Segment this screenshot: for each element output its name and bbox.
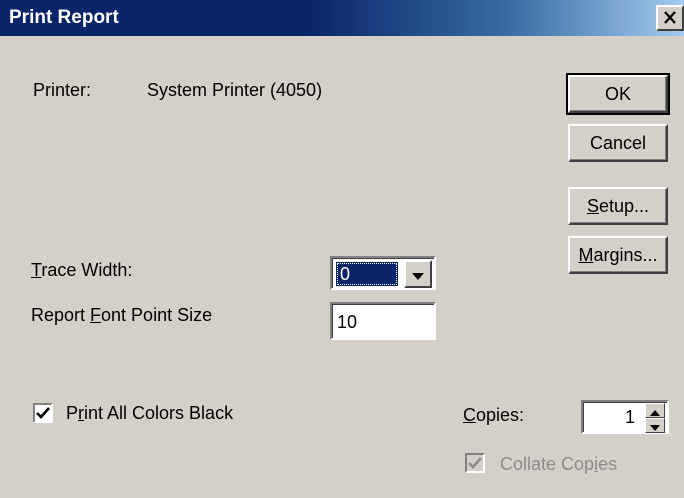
collate-checkbox [465, 453, 485, 473]
close-button[interactable] [656, 5, 684, 31]
checkmark-icon [468, 453, 482, 474]
copies-value: 1 [624, 407, 635, 427]
cancel-button-label: Cancel [589, 132, 647, 153]
margins-button[interactable]: Margins... [568, 236, 668, 274]
print-black-label[interactable]: Print All Colors Black [66, 401, 233, 425]
collate-label: Collate Copies [500, 454, 618, 474]
ok-button[interactable]: OK [566, 73, 670, 115]
font-size-value: 10 [337, 312, 358, 332]
printer-name: System Printer (4050) [147, 80, 323, 100]
triangle-down-icon [412, 264, 424, 285]
copies-label: Copies: [463, 405, 525, 425]
ok-button-label: OK [604, 83, 631, 104]
trace-width-label: Trace Width: [31, 260, 133, 280]
trace-width-dropdown-button[interactable] [404, 260, 432, 288]
font-size-input[interactable]: 10 [330, 302, 436, 340]
triangle-down-icon [650, 415, 660, 436]
margins-button-label: Margins... [578, 244, 658, 265]
copies-spinner[interactable]: 1 [581, 400, 669, 434]
close-icon [663, 8, 677, 29]
setup-button-label: Setup... [586, 195, 650, 216]
print-black-checkbox[interactable] [33, 403, 53, 423]
checkmark-icon [36, 403, 50, 424]
dialog-title: Print Report [9, 7, 119, 28]
printer-label: Printer: [33, 80, 92, 100]
copies-down-button[interactable] [645, 418, 665, 433]
setup-button[interactable]: Setup... [568, 187, 668, 225]
cancel-button[interactable]: Cancel [568, 124, 668, 162]
trace-width-dropdown[interactable]: 0 [330, 256, 436, 290]
trace-width-value: 0 [336, 262, 398, 286]
font-size-label: Report Font Point Size [31, 305, 213, 325]
